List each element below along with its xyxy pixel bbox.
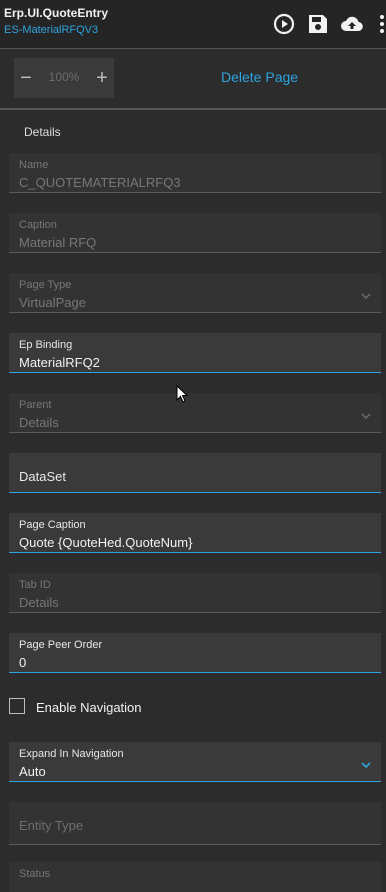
chevron-down-icon (361, 293, 371, 299)
field-value: C_QUOTEMATERIALRFQ3 (19, 175, 181, 190)
layer-name-link[interactable]: ES-MaterialRFQV3 (4, 24, 98, 36)
field-label: Page Caption (19, 519, 86, 531)
field-label: Page Type (19, 279, 72, 291)
chevron-down-icon[interactable] (361, 760, 371, 770)
field-placeholder[interactable]: DataSet (19, 469, 66, 484)
field-value[interactable]: MaterialRFQ2 (19, 355, 100, 370)
expand-in-navigation-select[interactable]: Expand In Navigation Auto (9, 742, 381, 782)
delete-page-button[interactable]: Delete Page (221, 69, 298, 85)
field-label: Ep Binding (19, 339, 73, 351)
field-value[interactable]: Quote {QuoteHed.QuoteNum} (19, 535, 192, 550)
page-caption-field[interactable]: Page Caption Quote {QuoteHed.QuoteNum} (9, 513, 381, 553)
more-vertical-icon[interactable] (379, 12, 385, 36)
field-value[interactable]: 0 (19, 655, 26, 670)
field-value: VirtualPage (19, 295, 86, 310)
app-header: Erp.UI.QuoteEntry ES-MaterialRFQV3 (0, 0, 386, 49)
field-label: Expand In Navigation (19, 748, 124, 760)
zoom-control: − 100% + (14, 58, 114, 98)
ep-binding-field[interactable]: Ep Binding MaterialRFQ2 (9, 333, 381, 373)
enable-navigation-checkbox[interactable] (9, 698, 25, 714)
mouse-cursor-icon (176, 385, 188, 403)
app-title: Erp.UI.QuoteEntry (4, 6, 109, 20)
entity-type-field: Entity Type (9, 802, 381, 845)
name-field: Name C_QUOTEMATERIALRFQ3 (9, 153, 381, 193)
field-label: Caption (19, 219, 57, 231)
field-value: Details (19, 415, 59, 430)
enable-navigation-row: Enable Navigation (9, 698, 309, 718)
zoom-level: 100% (48, 70, 80, 84)
status-field: Status (9, 862, 381, 892)
field-label: Tab ID (19, 579, 51, 591)
field-value: Details (19, 595, 59, 610)
section-title: Details (24, 125, 61, 139)
play-circle-icon[interactable] (272, 12, 296, 36)
field-placeholder: Entity Type (19, 818, 84, 833)
chevron-down-icon (361, 413, 371, 419)
field-label: Page Peer Order (19, 639, 103, 651)
field-label: Status (19, 868, 51, 880)
zoom-in-button[interactable]: + (90, 64, 114, 92)
parent-select: Parent Details (9, 393, 381, 433)
field-value[interactable]: Auto (19, 764, 46, 779)
dataset-field[interactable]: DataSet (9, 453, 381, 493)
divider (0, 108, 386, 110)
save-icon[interactable] (306, 12, 330, 36)
caption-field: Caption Material RFQ (9, 213, 381, 253)
checkbox-label: Enable Navigation (36, 700, 142, 715)
page-peer-order-field[interactable]: Page Peer Order 0 (9, 633, 381, 673)
cloud-upload-icon[interactable] (340, 12, 364, 36)
zoom-out-button[interactable]: − (14, 64, 38, 92)
field-label: Parent (19, 399, 52, 411)
field-value: Material RFQ (19, 235, 97, 250)
tab-id-field: Tab ID Details (9, 573, 381, 613)
field-label: Name (19, 159, 49, 171)
page-type-select: Page Type VirtualPage (9, 273, 381, 313)
